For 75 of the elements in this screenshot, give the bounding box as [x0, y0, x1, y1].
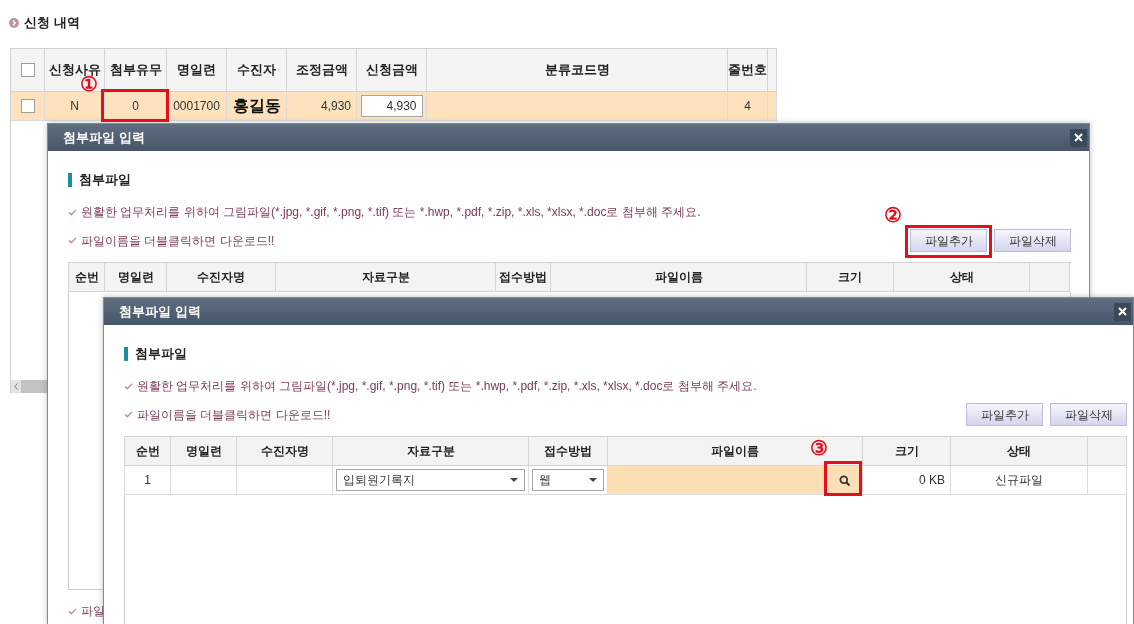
check-icon: [124, 411, 133, 418]
scrollbar-thumb[interactable]: [21, 380, 47, 393]
table-cell-text: 4: [744, 98, 751, 115]
section-title: 첨부파일: [135, 345, 187, 364]
check-icon: [68, 607, 77, 615]
column-header: 명일련: [171, 437, 237, 466]
close-icon: [1118, 307, 1127, 316]
chevron-left-icon: [14, 383, 18, 390]
close-icon: [1074, 133, 1083, 142]
caret-icon: [510, 478, 518, 482]
check-icon: [124, 382, 133, 390]
dropdown[interactable]: 입퇴원기록지: [336, 469, 525, 491]
scroll-left-button[interactable]: [11, 380, 21, 393]
column-header: 수진자: [227, 49, 287, 92]
table-cell-text: 0 KB: [919, 472, 945, 489]
column-header: 자료구분: [276, 263, 496, 292]
close-button[interactable]: [1114, 302, 1131, 321]
column-header: 상태: [894, 263, 1030, 292]
action-button[interactable]: 파일추가: [966, 403, 1043, 426]
annotation-number: ③: [810, 438, 828, 458]
dialog-title: 첨부파일 입력: [63, 128, 145, 147]
highlight-frame: [101, 89, 169, 122]
column-header: 상태: [951, 437, 1088, 466]
chevron-circle-icon: [9, 18, 19, 28]
column-header: 명일련: [167, 49, 227, 92]
column-header: 순번: [125, 437, 171, 466]
section-title: 신청 내역: [24, 14, 80, 33]
column-header: 조정금액: [287, 49, 357, 92]
annotation-number: ②: [884, 205, 902, 225]
search-icon: [838, 474, 850, 486]
table-row[interactable]: N 0 0001700 홍길동 4,930 4,930 4: [11, 92, 777, 121]
column-header: 크기: [807, 263, 894, 292]
table-cell-text: 홍길동: [232, 96, 281, 116]
column-header: 신청금액: [357, 49, 427, 92]
notice-text: 파일: [81, 603, 105, 620]
action-button[interactable]: 파일추가: [910, 229, 987, 252]
dialog-title: 첨부파일 입력: [119, 302, 201, 321]
notice-text: 파일이름을 더블클릭하면 다운로드!!: [81, 232, 275, 250]
column-header: 순번: [69, 263, 105, 292]
column-header: 수진자명: [237, 437, 333, 466]
table-cell-text: 0: [132, 98, 139, 115]
table-cell-text: 1: [144, 472, 151, 489]
file-name-field[interactable]: [608, 466, 862, 494]
check-icon: [68, 237, 77, 244]
checkbox[interactable]: [20, 99, 35, 113]
section-bar-icon: [68, 173, 72, 187]
table-cell-text: 신규파일: [995, 472, 1043, 489]
close-button[interactable]: [1070, 128, 1087, 147]
column-header: 접수방법: [496, 263, 551, 292]
column-header: 파일이름: [551, 263, 807, 292]
notice-text: 원활한 업무처리를 위하여 그림파일(*.jpg, *.gif, *.png, *.tif) 또는 *.hwp, *.pdf, *.zip, *.xls, *xlsx, *.doc로 첨부해 주세요.: [137, 378, 757, 395]
checkbox[interactable]: [20, 63, 35, 77]
column-header: 수진자명: [167, 263, 276, 292]
notice-text: 원활한 업무처리를 위하여 그림파일(*.jpg, *.gif, *.png, *.tif) 또는 *.hwp, *.pdf, *.zip, *.xls, *xlsx, *.doc로 첨부해 주세요.: [81, 204, 701, 221]
amount-input[interactable]: 4,930: [360, 95, 423, 117]
table-row[interactable]: 1 입퇴원기록지 웹 0 KB 신규파일: [124, 466, 1127, 495]
table-cell-text: 4,930: [320, 98, 351, 115]
notice-text: 파일이름을 더블클릭하면 다운로드!!: [137, 406, 331, 424]
highlight-frame: [824, 461, 862, 496]
section-title: 첨부파일: [79, 171, 131, 190]
caret-icon: [589, 478, 597, 482]
table-cell-text: N: [70, 98, 79, 115]
column-header: 접수방법: [529, 437, 608, 466]
action-button[interactable]: 파일삭제: [994, 229, 1071, 252]
column-header: 첨부유무: [105, 49, 167, 92]
table-cell-text: 0001700: [173, 98, 220, 115]
check-icon: [68, 208, 77, 216]
section-bar-icon: [124, 347, 128, 361]
dropdown[interactable]: 웹: [532, 469, 604, 491]
column-header: 자료구분: [333, 437, 529, 466]
column-header: 크기: [863, 437, 951, 466]
column-header: 분류코드명: [427, 49, 728, 92]
action-button[interactable]: 파일삭제: [1050, 403, 1127, 426]
column-header: 줄번호: [728, 49, 768, 92]
column-header: 명일련: [105, 263, 167, 292]
